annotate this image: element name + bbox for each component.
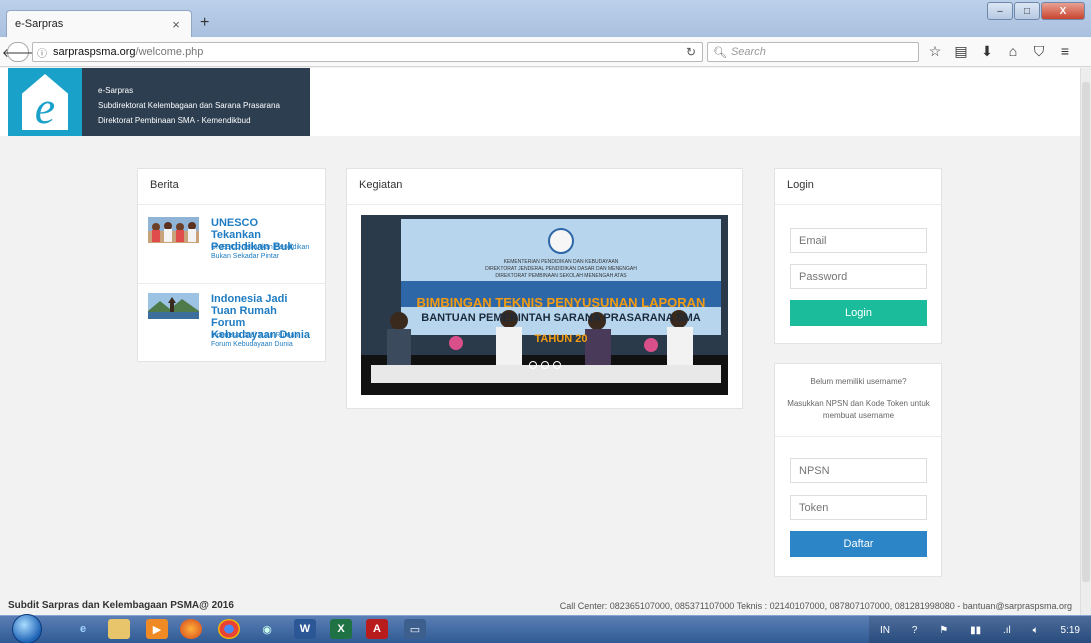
news-summary: UNESCO Tekankan Pendidikan Bukan Sekadar… bbox=[211, 244, 310, 260]
app-name: e-Sarpras bbox=[98, 86, 134, 95]
search-input[interactable]: 🔍︎ Search bbox=[707, 42, 919, 62]
search-placeholder: Search bbox=[730, 46, 766, 58]
url-path: /welcome.php bbox=[135, 46, 204, 58]
new-tab-button[interactable]: + bbox=[200, 14, 209, 32]
slide-dot[interactable] bbox=[541, 361, 549, 369]
news-item[interactable]: Indonesia Jadi Tuan Rumah Forum Kebudaya… bbox=[148, 293, 310, 355]
register-note-instruction: Masukkan NPSN dan Kode Token untuk membu… bbox=[787, 399, 930, 420]
url-host: sarpraspsma.org bbox=[53, 46, 136, 58]
clock[interactable]: 5:19 bbox=[1061, 625, 1080, 636]
start-button[interactable] bbox=[12, 614, 42, 643]
direktorat-name: Direktorat Pembinaan SMA - Kemendikbud bbox=[98, 116, 251, 125]
pdf-icon[interactable]: A bbox=[366, 619, 388, 639]
windows-taskbar: e ▶ ◉ W X A ▭ IN ? ⚑ ▮▮ .ıl 🔈︎ 5:19 bbox=[0, 614, 1091, 643]
back-arrow-icon: 🡐 bbox=[1, 45, 35, 60]
register-note-title: Belum memiliki username? bbox=[810, 377, 907, 386]
minimize-button[interactable]: – bbox=[987, 2, 1013, 20]
explorer-icon[interactable] bbox=[108, 619, 130, 639]
home-icon[interactable]: ⌂ bbox=[1006, 43, 1020, 60]
subdirektorat-name: Subdirektorat Kelembagaan dan Sarana Pra… bbox=[98, 101, 280, 110]
close-tab-icon[interactable]: × bbox=[169, 17, 183, 32]
window-preview-icon[interactable]: ▭ bbox=[404, 619, 426, 639]
site-header: e e-Sarpras Subdirektorat Kelembagaan da… bbox=[0, 68, 1080, 136]
app-icon[interactable]: ◉ bbox=[256, 619, 278, 639]
network-icon[interactable]: ▮▮ bbox=[970, 625, 981, 636]
page-content: e e-Sarpras Subdirektorat Kelembagaan da… bbox=[0, 68, 1080, 615]
volume-icon[interactable]: 🔈︎ bbox=[1033, 625, 1039, 636]
ie-icon[interactable]: e bbox=[72, 619, 94, 639]
language-indicator[interactable]: IN bbox=[880, 625, 890, 636]
brand-text: e-Sarpras Subdirektorat Kelembagaan dan … bbox=[98, 83, 280, 128]
berita-title: Berita bbox=[138, 169, 325, 205]
register-panel: Belum memiliki username? Masukkan NPSN d… bbox=[774, 363, 942, 577]
footer-copyright: Subdit Sarpras dan Kelembagaan PSMA@ 201… bbox=[8, 600, 234, 611]
maximize-button[interactable]: □ bbox=[1014, 2, 1040, 20]
house-logo-icon: e bbox=[22, 74, 68, 130]
window-controls: – □ X bbox=[987, 2, 1085, 20]
news-thumbnail[interactable] bbox=[148, 293, 199, 319]
banner-headline: BIMBINGAN TEKNIS PENYUSUNAN LAPORAN bbox=[416, 295, 706, 310]
page-scrollbar[interactable] bbox=[1080, 68, 1091, 615]
banner-line-1: KEMENTERIAN PENDIDIKAN DAN KEBUDAYAAN bbox=[503, 259, 619, 265]
daftar-button[interactable]: Daftar bbox=[790, 531, 927, 557]
back-button[interactable]: 🡐 bbox=[2, 42, 34, 62]
logo-letter: e bbox=[34, 82, 56, 133]
close-window-button[interactable]: X bbox=[1041, 2, 1085, 20]
reading-list-icon[interactable]: ▤ bbox=[954, 43, 968, 60]
browser-titlebar: e-Sarpras × + – □ X bbox=[0, 0, 1091, 37]
scrollbar-thumb[interactable] bbox=[1082, 82, 1090, 582]
token-field[interactable] bbox=[790, 495, 927, 520]
kegiatan-title: Kegiatan bbox=[347, 169, 742, 205]
pocket-icon[interactable]: ⛉ bbox=[1032, 43, 1046, 60]
slide-dot[interactable] bbox=[529, 361, 537, 369]
banner-year: TAHUN 20 bbox=[534, 333, 588, 345]
help-icon[interactable]: ? bbox=[912, 625, 918, 636]
download-icon[interactable]: ⬇ bbox=[980, 43, 994, 60]
login-title: Login bbox=[775, 169, 941, 205]
news-item[interactable]: UNESCO Tekankan Pendidikan Buk UNESCO Te… bbox=[148, 217, 310, 281]
news-thumbnail[interactable] bbox=[148, 217, 199, 243]
banner-line-3: DIREKTORAT PEMBINAAN SEKOLAH MENENGAH AT… bbox=[495, 273, 627, 279]
footer-contact: Call Center: 082365107000, 085371107000 … bbox=[559, 600, 1072, 611]
login-panel: Login Login bbox=[774, 168, 942, 344]
firefox-icon[interactable] bbox=[180, 619, 202, 639]
news-summary: Indonesia Jadi Tuan Rumah Forum Kebudaya… bbox=[211, 332, 299, 348]
banner-subline: BANTUAN PEMERINTAH SARANA PRASARANA SMA bbox=[421, 312, 701, 324]
chrome-icon[interactable] bbox=[218, 619, 240, 639]
logo: e bbox=[8, 68, 82, 136]
berita-panel: Berita UNESCO Tekankan Pendidikan Buk UN… bbox=[137, 168, 326, 362]
reload-icon[interactable]: ↻ bbox=[686, 45, 696, 59]
word-icon[interactable]: W bbox=[294, 619, 316, 639]
browser-toolbar-icons: ☆ ▤ ⬇ ⌂ ⛉ ≡ bbox=[928, 43, 1072, 60]
url-bar[interactable]: ⓘ sarpraspsma.org/welcome.php ↻ bbox=[32, 42, 703, 62]
browser-tab[interactable]: e-Sarpras × bbox=[6, 10, 192, 37]
media-player-icon[interactable]: ▶ bbox=[146, 619, 168, 639]
email-field[interactable] bbox=[790, 228, 927, 253]
kegiatan-slideshow[interactable]: KEMENTERIAN PENDIDIKAN DAN KEBUDAYAAN DI… bbox=[361, 215, 728, 395]
signal-icon[interactable]: .ıl bbox=[1003, 625, 1011, 636]
system-tray: IN ? ⚑ ▮▮ .ıl 🔈︎ 5:19 bbox=[869, 616, 1091, 643]
bookmark-star-icon[interactable]: ☆ bbox=[928, 43, 942, 60]
password-field[interactable] bbox=[790, 264, 927, 289]
menu-icon[interactable]: ≡ bbox=[1058, 43, 1072, 60]
npsn-field[interactable] bbox=[790, 458, 927, 483]
site-footer: Subdit Sarpras dan Kelembagaan PSMA@ 201… bbox=[0, 596, 1080, 615]
excel-icon[interactable]: X bbox=[330, 619, 352, 639]
info-icon[interactable]: ⓘ bbox=[37, 45, 53, 60]
browser-navbar: 🡐 ⓘ sarpraspsma.org/welcome.php ↻ 🔍︎ Sea… bbox=[0, 37, 1091, 67]
slide-dot[interactable] bbox=[553, 361, 561, 369]
tab-title: e-Sarpras bbox=[15, 18, 64, 30]
kegiatan-panel: Kegiatan KEMENTERIAN PENDIDIKAN DAN KEBU… bbox=[346, 168, 743, 409]
register-divider bbox=[775, 436, 941, 437]
search-icon: 🔍︎ bbox=[713, 46, 727, 59]
slide-indicators bbox=[529, 361, 561, 369]
login-button[interactable]: Login bbox=[790, 300, 927, 326]
brand-block[interactable]: e e-Sarpras Subdirektorat Kelembagaan da… bbox=[8, 68, 310, 136]
banner-line-2: DIREKTORAT JENDERAL PENDIDIKAN DASAR DAN… bbox=[485, 266, 637, 272]
flag-icon[interactable]: ⚑ bbox=[939, 625, 948, 636]
news-divider bbox=[138, 283, 325, 284]
